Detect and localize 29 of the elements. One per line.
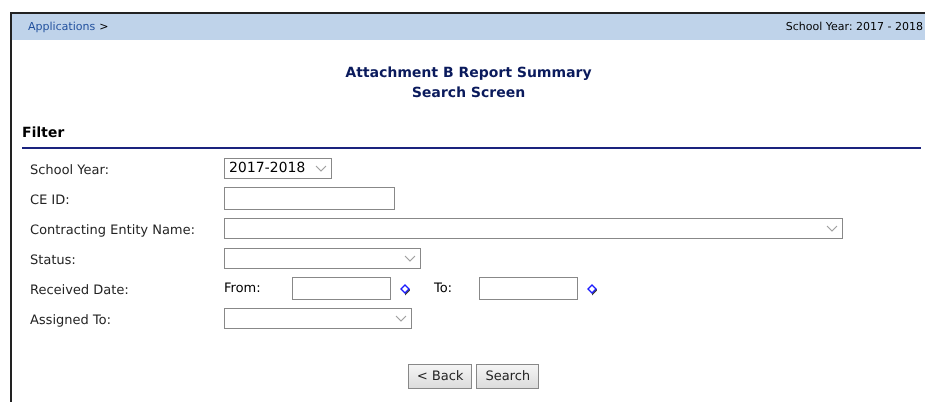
dropdown[interactable] <box>224 248 421 269</box>
calendar-icon[interactable] <box>585 282 599 296</box>
field-label: School Year: <box>30 162 110 180</box>
page-title: Search Screen <box>412 84 526 103</box>
page-title: Attachment B Report Summary <box>345 64 592 83</box>
section-heading: Filter <box>22 125 64 141</box>
date-field[interactable] <box>479 277 578 300</box>
field-label: Status: <box>30 252 77 270</box>
to-label: To: <box>434 280 454 298</box>
chevron-down-icon <box>826 225 838 232</box>
date-field[interactable] <box>292 277 391 300</box>
dropdown[interactable] <box>224 308 412 329</box>
chevron-down-icon <box>395 315 407 322</box>
search-button[interactable]: Search <box>476 364 540 389</box>
chevron-down-icon <box>315 165 327 172</box>
breadcrumb-separator: > <box>99 18 108 35</box>
calendar-icon[interactable] <box>398 282 412 296</box>
input-field[interactable] <box>224 187 395 210</box>
school-year-text: School Year: 2017 - 2018 <box>786 18 923 35</box>
back-button[interactable]: < Back <box>408 364 472 389</box>
dropdown[interactable]: 2017-2018 <box>224 158 332 179</box>
breadcrumb-link[interactable]: Applications <box>28 18 96 36</box>
field-label: Contracting Entity Name: <box>30 222 196 240</box>
chevron-down-icon <box>404 255 416 262</box>
field-label: Assigned To: <box>30 312 112 330</box>
field-label: CE ID: <box>30 192 71 210</box>
field-label: Received Date: <box>30 282 130 300</box>
from-label: From: <box>224 280 262 298</box>
dropdown[interactable] <box>224 218 843 239</box>
